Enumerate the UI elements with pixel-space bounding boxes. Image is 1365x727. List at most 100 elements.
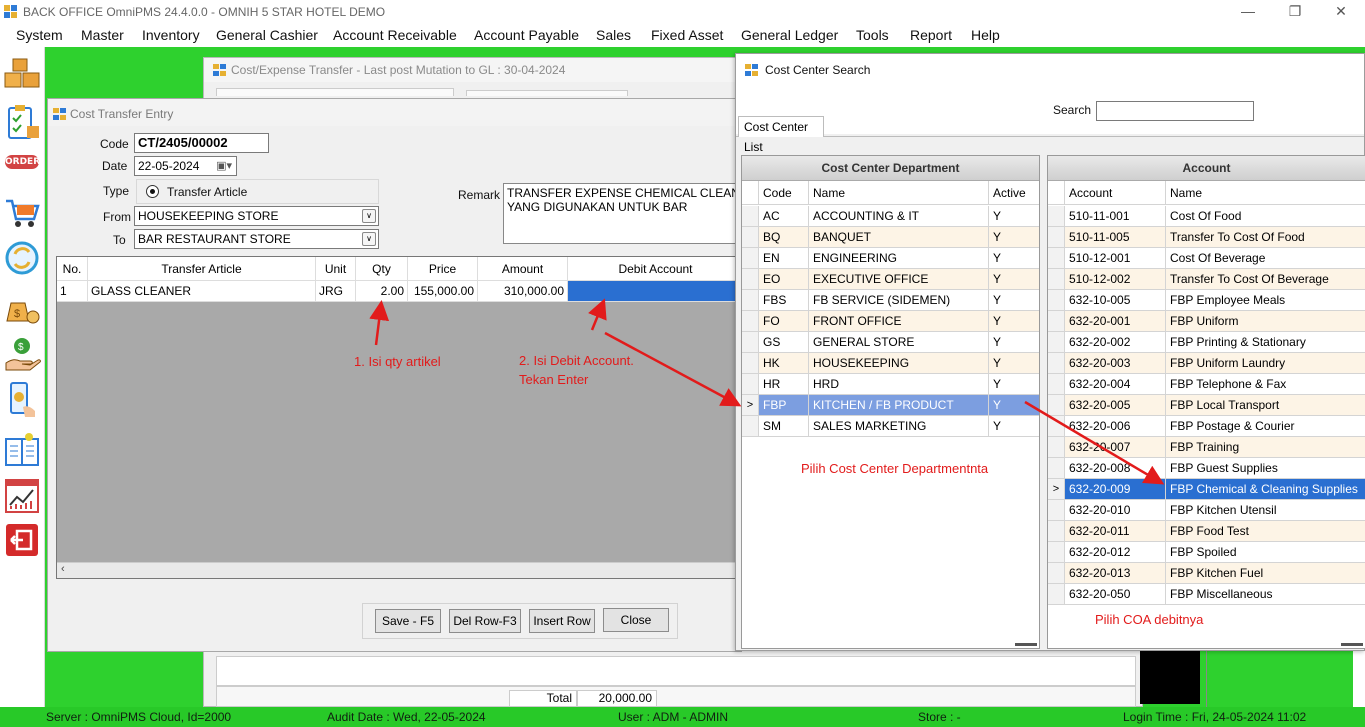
col-amount[interactable]: Amount: [478, 257, 568, 281]
row-selector[interactable]: [1048, 521, 1065, 542]
department-row[interactable]: EN ENGINEERING Y: [742, 248, 1039, 269]
account-account-cell[interactable]: 632-20-011: [1065, 521, 1166, 542]
del-row-button[interactable]: Del Row-F3: [449, 609, 521, 633]
row-selector[interactable]: [1048, 563, 1065, 584]
insert-row-button[interactable]: Insert Row: [529, 609, 595, 633]
department-active-cell[interactable]: Y: [989, 269, 1039, 290]
search-input[interactable]: [1096, 101, 1254, 121]
account-row[interactable]: 632-20-050 FBP Miscellaneous: [1048, 584, 1365, 605]
account-name-cell[interactable]: FBP Uniform: [1166, 311, 1365, 332]
account-name-cell[interactable]: FBP Food Test: [1166, 521, 1365, 542]
menu-account-payable[interactable]: Account Payable: [474, 27, 579, 43]
row-selector[interactable]: [1048, 395, 1065, 416]
account-name-cell[interactable]: FBP Training: [1166, 437, 1365, 458]
department-active-cell[interactable]: Y: [989, 206, 1039, 227]
col-code[interactable]: Code: [759, 181, 809, 205]
transfer-article-grid[interactable]: No. Transfer Article Unit Qty Price Amou…: [56, 256, 743, 579]
cell-price[interactable]: 155,000.00: [408, 281, 478, 302]
account-name-cell[interactable]: Transfer To Cost Of Beverage: [1166, 269, 1365, 290]
department-row[interactable]: > FBP KITCHEN / FB PRODUCT Y: [742, 395, 1039, 416]
department-active-cell[interactable]: Y: [989, 395, 1039, 416]
department-active-cell[interactable]: Y: [989, 248, 1039, 269]
row-selector[interactable]: [742, 206, 759, 227]
department-code-cell[interactable]: FBP: [759, 395, 809, 416]
account-name-cell[interactable]: FBP Employee Meals: [1166, 290, 1365, 311]
account-row[interactable]: 632-20-007 FBP Training: [1048, 437, 1365, 458]
department-name-cell[interactable]: ACCOUNTING & IT: [809, 206, 989, 227]
department-active-cell[interactable]: Y: [989, 353, 1039, 374]
account-name-cell[interactable]: Cost Of Food: [1166, 206, 1365, 227]
account-name-cell[interactable]: FBP Chemical & Cleaning Supplies: [1166, 479, 1365, 500]
department-name-cell[interactable]: EXECUTIVE OFFICE: [809, 269, 989, 290]
department-active-cell[interactable]: Y: [989, 416, 1039, 437]
account-row[interactable]: 510-12-001 Cost Of Beverage: [1048, 248, 1365, 269]
close-button[interactable]: Close: [603, 608, 669, 632]
boxes-icon[interactable]: [3, 57, 41, 95]
department-name-cell[interactable]: FB SERVICE (SIDEMEN): [809, 290, 989, 311]
account-account-cell[interactable]: 632-20-007: [1065, 437, 1166, 458]
department-active-cell[interactable]: Y: [989, 311, 1039, 332]
account-name-cell[interactable]: Cost Of Beverage: [1166, 248, 1365, 269]
account-row[interactable]: 632-20-006 FBP Postage & Courier: [1048, 416, 1365, 437]
row-selector[interactable]: [742, 290, 759, 311]
account-account-cell[interactable]: 632-20-001: [1065, 311, 1166, 332]
exit-icon[interactable]: [3, 521, 41, 559]
transfer-article-radio[interactable]: [146, 185, 159, 198]
account-account-cell[interactable]: 632-20-009: [1065, 479, 1166, 500]
save-button[interactable]: Save - F5: [375, 609, 441, 633]
date-field[interactable]: 22-05-2024 ▣▾: [134, 156, 237, 176]
menu-inventory[interactable]: Inventory: [142, 27, 200, 43]
grid-horizontal-scrollbar[interactable]: ‹: [57, 562, 741, 578]
account-account-cell[interactable]: 632-20-003: [1065, 353, 1166, 374]
row-selector[interactable]: [742, 332, 759, 353]
department-row[interactable]: EO EXECUTIVE OFFICE Y: [742, 269, 1039, 290]
col-qty[interactable]: Qty: [356, 257, 408, 281]
account-row[interactable]: 632-20-008 FBP Guest Supplies: [1048, 458, 1365, 479]
account-row[interactable]: 632-20-002 FBP Printing & Stationary: [1048, 332, 1365, 353]
to-select[interactable]: BAR RESTAURANT STORE ∨: [134, 229, 379, 249]
table-row[interactable]: 1 GLASS CLEANER JRG 2.00 155,000.00 310,…: [57, 281, 743, 302]
account-name-cell[interactable]: FBP Miscellaneous: [1166, 584, 1365, 605]
department-active-cell[interactable]: Y: [989, 332, 1039, 353]
department-row[interactable]: GS GENERAL STORE Y: [742, 332, 1039, 353]
row-selector[interactable]: [1048, 500, 1065, 521]
chevron-down-icon[interactable]: ∨: [362, 232, 376, 246]
account-name-cell[interactable]: FBP Printing & Stationary: [1166, 332, 1365, 353]
account-account-cell[interactable]: 510-12-002: [1065, 269, 1166, 290]
department-name-cell[interactable]: HRD: [809, 374, 989, 395]
account-row[interactable]: >632-20-009 FBP Chemical & Cleaning Suppl…: [1048, 479, 1365, 500]
account-row[interactable]: 510-11-001 Cost Of Food: [1048, 206, 1365, 227]
col-unit[interactable]: Unit: [316, 257, 356, 281]
cell-qty[interactable]: 2.00: [356, 281, 408, 302]
account-row[interactable]: 632-20-010 FBP Kitchen Utensil: [1048, 500, 1365, 521]
account-row[interactable]: 632-20-013 FBP Kitchen Fuel: [1048, 563, 1365, 584]
department-row[interactable]: HK HOUSEKEEPING Y: [742, 353, 1039, 374]
account-name-cell[interactable]: FBP Local Transport: [1166, 395, 1365, 416]
department-active-cell[interactable]: Y: [989, 290, 1039, 311]
row-selector[interactable]: [1048, 206, 1065, 227]
department-name-cell[interactable]: GENERAL STORE: [809, 332, 989, 353]
department-code-cell[interactable]: GS: [759, 332, 809, 353]
account-account-cell[interactable]: 632-20-050: [1065, 584, 1166, 605]
col-no[interactable]: No.: [57, 257, 88, 281]
cell-article[interactable]: GLASS CLEANER: [88, 281, 316, 302]
menu-general-cashier[interactable]: General Cashier: [216, 27, 318, 43]
account-account-cell[interactable]: 632-20-005: [1065, 395, 1166, 416]
row-selector[interactable]: [742, 416, 759, 437]
calendar-dropdown-icon[interactable]: ▣▾: [216, 157, 232, 175]
minimize-button[interactable]: —: [1233, 2, 1263, 20]
tab-cost-center-list[interactable]: Cost Center List: [738, 116, 824, 154]
chart-icon[interactable]: [3, 477, 41, 515]
menu-general-ledger[interactable]: General Ledger: [741, 27, 838, 43]
hand-money-icon[interactable]: $: [3, 335, 41, 373]
cell-amount[interactable]: 310,000.00: [478, 281, 568, 302]
clipboard-icon[interactable]: [3, 104, 41, 142]
department-name-cell[interactable]: ENGINEERING: [809, 248, 989, 269]
department-name-cell[interactable]: SALES MARKETING: [809, 416, 989, 437]
row-selector[interactable]: [742, 227, 759, 248]
menu-report[interactable]: Report: [910, 27, 952, 43]
department-active-cell[interactable]: Y: [989, 227, 1039, 248]
account-row[interactable]: 632-10-005 FBP Employee Meals: [1048, 290, 1365, 311]
department-row[interactable]: AC ACCOUNTING & IT Y: [742, 206, 1039, 227]
department-row[interactable]: HR HRD Y: [742, 374, 1039, 395]
